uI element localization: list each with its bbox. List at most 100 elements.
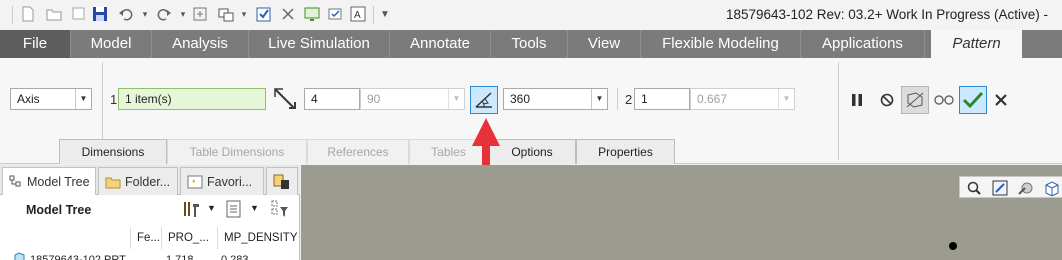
svg-text:*: * — [192, 178, 196, 188]
text-style-icon[interactable]: A — [350, 6, 366, 22]
tab-model[interactable]: Model — [71, 30, 152, 58]
chevron-down-icon[interactable]: ▾ — [175, 6, 191, 22]
windows-icon[interactable] — [218, 6, 234, 22]
panel-tab-bar: Model Tree Folder... * Favori... — [0, 165, 300, 195]
ok-check-icon[interactable] — [959, 86, 987, 114]
tab-folder-browser[interactable]: Folder... — [98, 167, 178, 195]
toolbar-separator — [373, 6, 374, 24]
tree-settings-icon[interactable] — [182, 199, 202, 222]
pattern-type-select[interactable]: Axis ▼ — [10, 88, 92, 110]
divider — [838, 62, 839, 160]
chevron-down-icon[interactable]: ▼ — [250, 203, 259, 213]
tab-flexible-modeling[interactable]: Flexible Modeling — [641, 30, 801, 58]
tab-layers[interactable] — [266, 167, 298, 195]
cursor-dot — [949, 242, 957, 250]
model-tree-panel: Model Tree Folder... * Favori... Model T… — [0, 165, 300, 260]
column-header-density[interactable]: MP_DENSITY — [217, 227, 299, 249]
direction2-spacing-value: 0.667 — [697, 92, 728, 106]
new-icon[interactable] — [20, 6, 36, 22]
tab-tools[interactable]: Tools — [491, 30, 568, 58]
window-title: 18579643-102 Rev: 03.2+ Work In Progress… — [725, 7, 1048, 22]
row-name: 18579643-102.PRT — [30, 254, 126, 260]
favorites-icon: * — [187, 175, 203, 188]
saved-orientations-icon[interactable] — [1044, 180, 1060, 197]
chevron-down-icon[interactable]: ▼ — [207, 203, 216, 213]
model-tree-icon — [9, 175, 21, 186]
tab-model-tree[interactable]: Model Tree — [2, 167, 96, 195]
angle-increment-select: 90 ▼ — [360, 88, 465, 110]
glasses-icon[interactable] — [930, 86, 958, 114]
tab-file[interactable]: File — [0, 30, 71, 58]
direction2-count-value: 1 — [641, 92, 648, 106]
angle-increment-value: 90 — [367, 92, 381, 106]
tab-pattern[interactable]: Pattern — [931, 30, 1022, 58]
chevron-down-icon[interactable]: ▾ — [137, 6, 153, 22]
pattern-type-value: Axis — [17, 92, 40, 106]
no-preview-icon[interactable] — [873, 86, 901, 114]
save-icon[interactable] — [70, 6, 86, 22]
row-density-value: 0.283 — [221, 254, 249, 260]
tab-annotate[interactable]: Annotate — [390, 30, 491, 58]
graphics-window[interactable] — [301, 165, 1062, 260]
folder-icon — [105, 177, 121, 188]
member-count-value: 4 — [311, 92, 318, 106]
more-icon[interactable]: ▼ — [377, 6, 393, 22]
row-pro-value: 1.718 — [166, 254, 194, 260]
subtab-dimensions[interactable]: Dimensions — [59, 139, 167, 164]
chevron-down-icon[interactable]: ▼ — [75, 89, 91, 109]
save-icon[interactable] — [92, 6, 108, 22]
axis-collector-value: 1 item(s) — [125, 92, 172, 106]
angular-extent-select[interactable]: 360 ▼ — [503, 88, 608, 110]
subtab-table-dimensions: Table Dimensions — [167, 139, 307, 164]
verify-geometry-icon[interactable] — [901, 86, 929, 114]
graphics-toolbar — [959, 176, 1062, 198]
tab-favorites-label: Favori... — [207, 174, 253, 189]
part-icon — [14, 252, 25, 260]
column-header-feature[interactable]: Fe... — [130, 227, 161, 249]
angular-extent-value: 360 — [510, 92, 531, 106]
quick-access-toolbar: ▾ ▾ ▾ A ▼ 18579643-102 Rev: 03.2+ Work I… — [0, 0, 1062, 30]
tab-live-simulation[interactable]: Live Simulation — [249, 30, 390, 58]
direction2-spacing-select: 0.667 ▼ — [690, 88, 795, 110]
refit-icon[interactable] — [992, 180, 1008, 196]
show-icon[interactable] — [225, 199, 243, 222]
member-count-input[interactable]: 4 — [304, 88, 360, 110]
direction2-label: 2 — [625, 92, 633, 107]
tab-folder-label: Folder... — [125, 174, 171, 189]
pause-icon[interactable] — [843, 86, 871, 114]
tab-view[interactable]: View — [568, 30, 641, 58]
zoom-icon[interactable] — [966, 180, 982, 196]
checkbox-icon[interactable] — [256, 6, 272, 22]
close-window-icon[interactable] — [280, 6, 296, 22]
display-style-icon[interactable] — [1018, 180, 1034, 196]
pattern-dashboard: Axis ▼ 1 1 item(s) 4 90 ▼ 360 ▼ 2 1 0.66… — [0, 58, 1062, 164]
display-icon[interactable] — [304, 6, 320, 22]
cancel-x-icon[interactable] — [987, 86, 1015, 114]
ribbon-tab-bar: File Model Analysis Live Simulation Anno… — [0, 30, 1062, 58]
open-icon[interactable] — [46, 6, 62, 22]
divider — [617, 88, 618, 110]
regenerate-icon[interactable] — [192, 6, 208, 22]
tab-analysis[interactable]: Analysis — [152, 30, 249, 58]
annotation-icon[interactable] — [328, 6, 344, 22]
column-header-pro[interactable]: PRO_... — [161, 227, 217, 249]
chevron-down-icon[interactable]: ▼ — [591, 89, 607, 109]
chevron-down-icon[interactable]: ▾ — [236, 6, 252, 22]
direction2-count-input[interactable]: 1 — [634, 88, 690, 110]
filter-icon[interactable] — [270, 199, 292, 222]
redo-icon[interactable] — [156, 6, 172, 22]
undo-icon[interactable] — [118, 6, 134, 22]
angular-extent-icon[interactable] — [470, 86, 498, 114]
model-tree-title: Model Tree — [26, 203, 92, 217]
chevron-down-icon: ▼ — [448, 89, 464, 109]
direction1-label: 1 — [110, 92, 118, 107]
subtab-properties[interactable]: Properties — [576, 139, 675, 164]
flip-direction-icon[interactable] — [271, 85, 299, 113]
chevron-down-icon: ▼ — [778, 89, 794, 109]
subtab-references: References — [307, 139, 409, 164]
tab-favorites[interactable]: * Favori... — [180, 167, 264, 195]
tab-applications[interactable]: Applications — [801, 30, 925, 58]
layers-icon — [273, 174, 289, 189]
axis-collector[interactable]: 1 item(s) — [118, 88, 266, 110]
table-row[interactable]: 18579643-102.PRT 1.718 0.283 — [0, 249, 299, 260]
